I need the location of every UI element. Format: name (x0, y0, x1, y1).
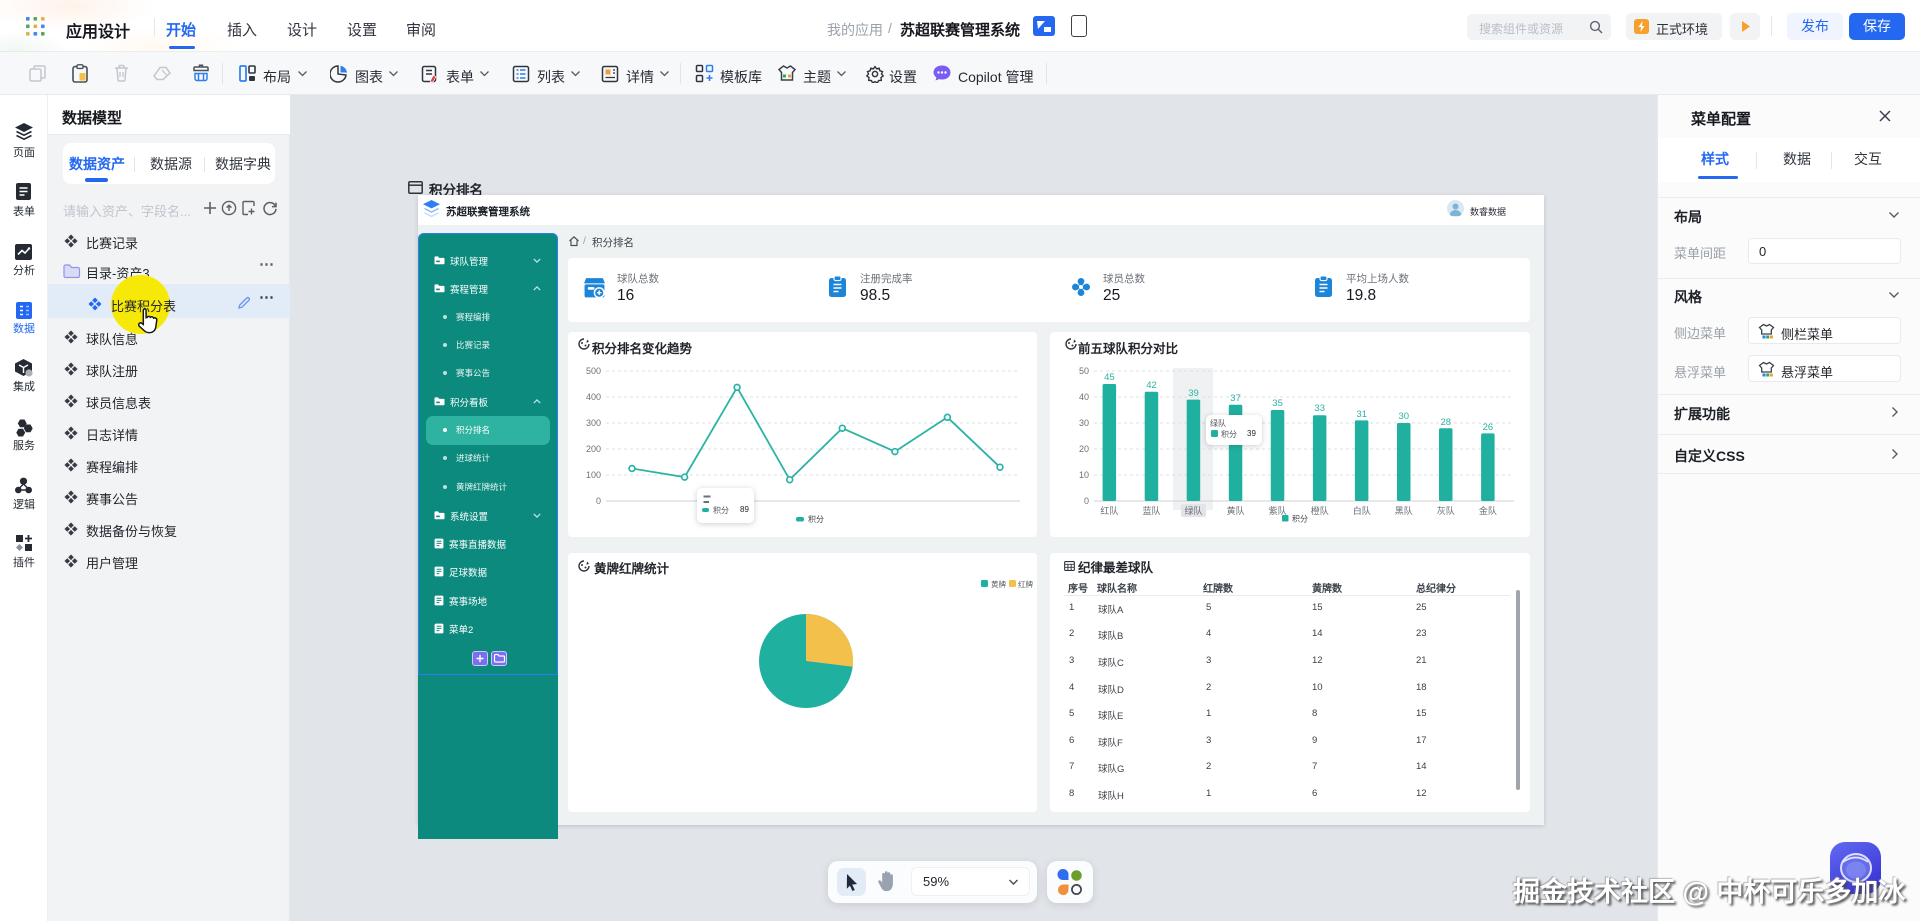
svg-text:400: 400 (586, 392, 601, 402)
svg-text:红队: 红队 (1100, 505, 1118, 516)
svg-text:10: 10 (1079, 470, 1089, 480)
svg-text:0: 0 (1084, 496, 1089, 506)
svg-text:积分: 积分 (808, 514, 824, 524)
svg-text:42: 42 (1146, 380, 1157, 391)
svg-text:50: 50 (1079, 366, 1089, 376)
svg-text:39: 39 (1188, 388, 1199, 399)
svg-text:30: 30 (1079, 418, 1089, 428)
svg-text:绿队: 绿队 (1184, 505, 1202, 516)
svg-text:200: 200 (586, 444, 601, 454)
svg-text:28: 28 (1441, 417, 1452, 428)
svg-text:灰队: 灰队 (1437, 505, 1455, 516)
svg-text:黑队: 黑队 (1395, 505, 1413, 516)
svg-text:积分: 积分 (1292, 514, 1308, 524)
svg-text:金队: 金队 (1479, 505, 1497, 516)
svg-text:0: 0 (596, 496, 601, 506)
svg-text:黄队: 黄队 (1227, 505, 1245, 516)
svg-text:26: 26 (1483, 422, 1494, 433)
svg-text:37: 37 (1230, 393, 1241, 404)
svg-text:100: 100 (586, 470, 601, 480)
svg-text:白队: 白队 (1353, 505, 1371, 516)
svg-text:红牌: 红牌 (1018, 579, 1034, 589)
svg-text:45: 45 (1104, 372, 1115, 383)
svg-text:20: 20 (1079, 444, 1089, 454)
svg-text:40: 40 (1079, 392, 1089, 402)
svg-text:30: 30 (1399, 411, 1410, 422)
svg-text:33: 33 (1314, 403, 1325, 414)
svg-text:蓝队: 蓝队 (1142, 505, 1160, 516)
svg-text:35: 35 (1272, 398, 1283, 409)
svg-text:500: 500 (586, 366, 601, 376)
svg-text:橙队: 橙队 (1311, 505, 1329, 516)
svg-text:31: 31 (1356, 409, 1367, 420)
svg-text:300: 300 (586, 418, 601, 428)
svg-text:紫队: 紫队 (1269, 505, 1287, 516)
svg-text:黄牌: 黄牌 (991, 579, 1006, 589)
